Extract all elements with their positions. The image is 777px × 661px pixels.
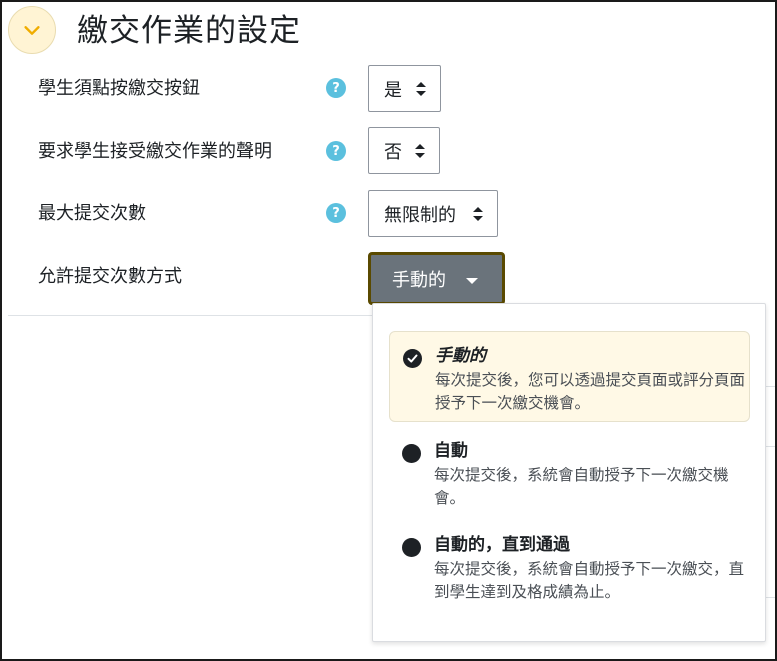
statement-select[interactable]: 否 [368, 127, 440, 174]
setting-label-reopen-method: 允許提交次數方式 [38, 266, 182, 287]
option-title: 手動的 [435, 346, 486, 366]
help-icon[interactable]: ? [326, 203, 346, 223]
divider [8, 315, 372, 316]
option-automatic[interactable]: 自動 每次提交後，系統會自動授予下一次繳交機會。 [389, 427, 750, 511]
divider [766, 597, 775, 598]
help-icon[interactable]: ? [326, 141, 346, 161]
sort-caret-icon [416, 81, 426, 96]
divider [766, 446, 775, 447]
select-value: 是 [384, 79, 402, 101]
help-icon[interactable]: ? [326, 78, 346, 98]
select-value: 無限制的 [384, 204, 456, 226]
setting-label-submit-button: 學生須點按繳交按鈕 [38, 78, 200, 99]
option-automatic-until-pass[interactable]: 自動的，直到通過 每次提交後，系統會自動授予下一次繳交，直到學生達到及格成績為止… [389, 521, 750, 611]
sort-caret-icon [415, 143, 425, 158]
caret-down-icon [466, 278, 478, 284]
sort-caret-icon [473, 206, 483, 221]
option-manual[interactable]: 手動的 每次提交後，您可以透過提交頁面或評分頁面授予下一次繳交機會。 [389, 331, 750, 422]
option-title: 自動的，直到通過 [434, 535, 570, 555]
bullet-icon [402, 444, 421, 463]
option-description: 每次提交後，系統會自動授予下一次繳交，直到學生達到及格成績為止。 [434, 560, 745, 601]
divider [766, 386, 775, 387]
chevron-down-icon [24, 26, 40, 35]
bullet-icon [402, 538, 421, 557]
option-title: 自動 [434, 441, 468, 461]
setting-label-statement: 要求學生接受繳交作業的聲明 [38, 141, 272, 162]
select-value: 否 [384, 141, 402, 163]
option-description: 每次提交後，系統會自動授予下一次繳交機會。 [434, 466, 729, 507]
reopen-method-dropdown-button[interactable]: 手動的 [368, 252, 505, 305]
check-circle-icon [403, 349, 422, 368]
submit-button-select[interactable]: 是 [368, 65, 441, 112]
section-collapse-button[interactable] [8, 6, 56, 54]
option-description: 每次提交後，您可以透過提交頁面或評分頁面授予下一次繳交機會。 [435, 371, 746, 412]
dropdown-button-label: 手動的 [392, 269, 446, 291]
section-title: 繳交作業的設定 [77, 13, 301, 49]
setting-label-max-attempts: 最大提交次數 [38, 203, 146, 224]
reopen-method-dropdown-menu: 手動的 每次提交後，您可以透過提交頁面或評分頁面授予下一次繳交機會。 自動 每次… [372, 303, 766, 642]
max-attempts-select[interactable]: 無限制的 [368, 190, 498, 237]
